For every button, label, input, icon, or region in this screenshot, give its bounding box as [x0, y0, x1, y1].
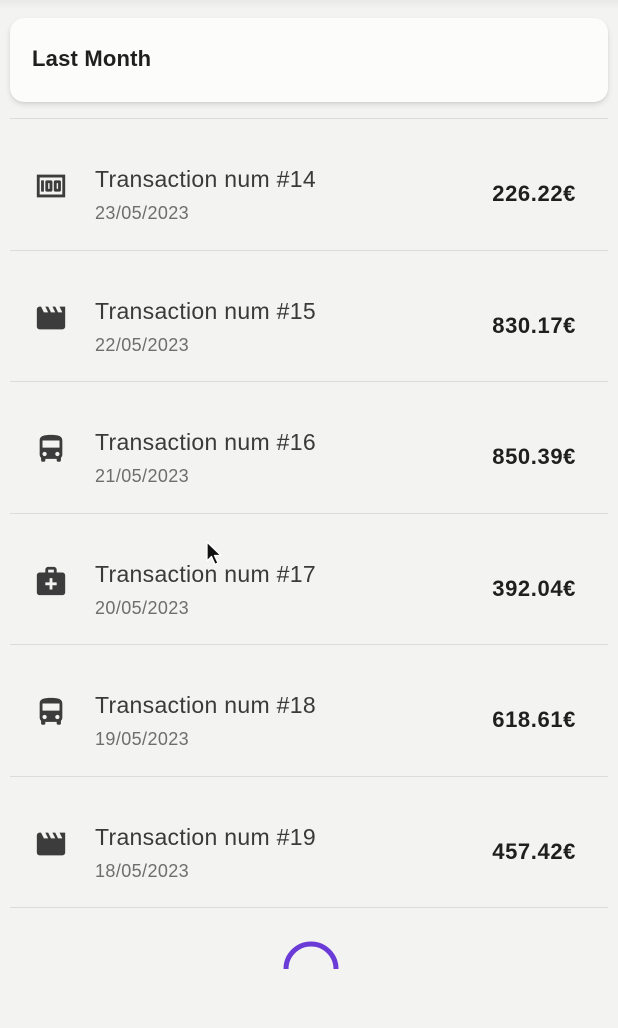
movie-icon	[34, 301, 68, 335]
transactions-screen: Last Month Transaction num #14 23/05/202…	[0, 0, 618, 1028]
transaction-amount: 457.42€	[492, 838, 576, 864]
transaction-amount: 618.61€	[492, 707, 576, 732]
transaction-title: Transaction num #18	[95, 692, 316, 718]
money-icon	[34, 169, 68, 203]
transaction-date: 22/05/2023	[95, 334, 190, 355]
transaction-row[interactable]: Transaction num #16 21/05/2023 850.39€	[10, 382, 608, 514]
bus-icon	[34, 432, 68, 466]
transaction-list: Transaction num #14 23/05/2023 226.22€ T…	[10, 118, 608, 908]
transaction-row[interactable]: Transaction num #14 23/05/2023 226.22€	[10, 119, 608, 251]
transaction-row[interactable]: Transaction num #19 18/05/2023 457.42€	[10, 777, 608, 908]
transaction-date: 21/05/2023	[95, 466, 190, 486]
mouse-cursor-icon	[206, 541, 222, 566]
transaction-row[interactable]: Transaction num #15 22/05/2023 830.17€	[10, 251, 608, 382]
transaction-title: Transaction num #16	[95, 429, 316, 455]
medical-bag-icon	[34, 564, 68, 598]
transaction-date: 23/05/2023	[95, 203, 190, 223]
transaction-amount: 830.17€	[492, 312, 576, 338]
transaction-amount: 392.04€	[492, 575, 576, 601]
transaction-title: Transaction num #19	[95, 823, 316, 850]
transaction-date: 18/05/2023	[95, 860, 190, 881]
section-header-card: Last Month	[10, 18, 608, 102]
transaction-date: 19/05/2023	[95, 729, 190, 749]
bottom-edge	[0, 1013, 618, 1028]
transaction-title: Transaction num #15	[95, 297, 316, 324]
loading-footer	[10, 907, 608, 1013]
transaction-amount: 850.39€	[492, 444, 576, 469]
transaction-amount: 226.22€	[492, 181, 576, 206]
section-title: Last Month	[32, 46, 152, 71]
movie-icon	[34, 827, 68, 861]
transaction-row[interactable]: Transaction num #17 20/05/2023 392.04€	[10, 514, 608, 645]
transaction-date: 20/05/2023	[95, 597, 190, 618]
transaction-title: Transaction num #14	[95, 166, 316, 192]
loading-spinner-icon	[283, 941, 339, 970]
bus-icon	[34, 695, 68, 729]
top-edge	[0, 0, 618, 10]
transaction-row[interactable]: Transaction num #18 19/05/2023 618.61€	[10, 645, 608, 777]
